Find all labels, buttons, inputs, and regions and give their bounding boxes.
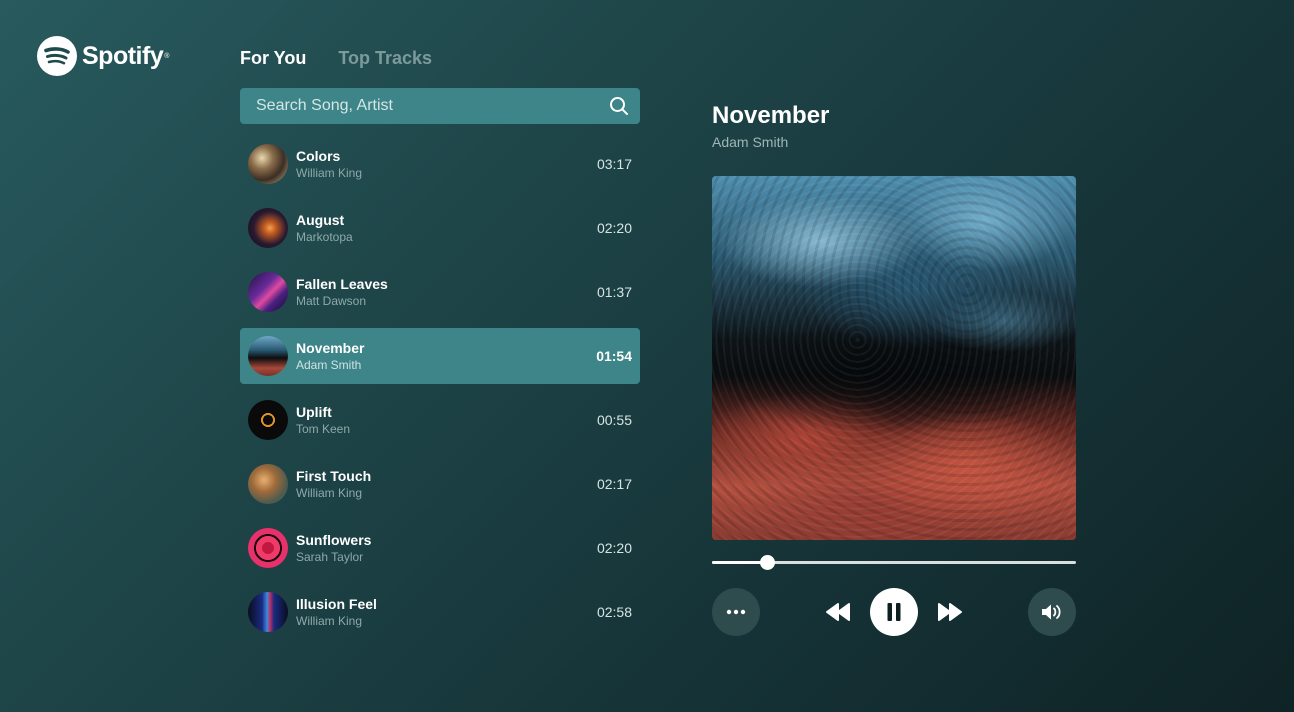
search-input[interactable] [256,97,608,115]
track-title: August [296,212,345,228]
track-row-selected[interactable]: November Adam Smith 01:54 [240,328,640,384]
track-artist: Markotopa [296,230,353,244]
more-options-button[interactable] [712,588,760,636]
pause-icon [887,603,901,621]
volume-icon [1042,604,1061,620]
spotify-logo-icon [37,36,77,76]
progress-handle[interactable] [759,555,775,570]
track-title: Fallen Leaves [296,276,388,292]
now-playing-title: November [712,102,830,129]
rewind-button[interactable] [822,598,854,626]
track-artist: Tom Keen [296,422,351,436]
rewind-icon [826,603,850,621]
track-duration: 01:37 [596,284,632,300]
track-thumbnail [248,144,288,184]
track-thumbnail [248,272,288,312]
track-row[interactable]: Uplift Tom Keen 00:55 [240,392,640,448]
track-thumbnail [248,464,288,504]
track-title: Colors [296,148,341,164]
track-thumbnail [248,400,288,440]
search-bar [240,88,640,124]
tab-for-you[interactable]: For You [240,48,306,69]
track-artist: Sarah Taylor [296,550,364,564]
track-title: Uplift [296,404,332,420]
track-artist: William King [296,486,363,500]
progress-bar[interactable] [712,555,1076,570]
track-artist: Matt Dawson [296,294,367,308]
track-artist: Adam Smith [296,358,362,372]
track-title: First Touch [296,468,372,484]
progress-fill [712,561,767,564]
brand-name: Spotify [82,41,164,70]
track-thumbnail [248,528,288,568]
track-thumbnail [248,592,288,632]
track-duration: 02:20 [596,220,632,236]
fast-forward-icon [938,603,962,621]
pause-button[interactable] [870,588,918,636]
track-artist: William King [296,166,363,180]
search-icon[interactable] [608,95,630,117]
track-row[interactable]: Fallen Leaves Matt Dawson 01:37 [240,264,640,320]
track-title: Illusion Feel [296,596,377,612]
more-icon [726,609,746,615]
track-duration: 02:17 [596,476,632,492]
track-list: Colors William King 03:17 August Markotopa… [240,136,640,648]
track-duration: 02:58 [596,604,632,620]
track-duration: 01:54 [596,348,632,364]
tab-top-tracks[interactable]: Top Tracks [338,48,432,69]
now-playing-artist: Adam Smith [712,134,789,150]
fast-forward-button[interactable] [934,598,966,626]
track-row[interactable]: Colors William King 03:17 [240,136,640,192]
album-cover [712,176,1076,540]
track-row[interactable]: Illusion Feel William King 02:58 [240,584,640,640]
track-row[interactable]: Sunflowers Sarah Taylor 02:20 [240,520,640,576]
track-row[interactable]: First Touch William King 02:17 [240,456,640,512]
track-row[interactable]: August Markotopa 02:20 [240,200,640,256]
track-title: November [296,340,365,356]
track-duration: 02:20 [596,540,632,556]
track-artist: William King [296,614,363,628]
track-title: Sunflowers [296,532,372,548]
spotify-logo[interactable]: Spotify ® [37,36,169,76]
track-duration: 00:55 [596,412,632,428]
track-duration: 03:17 [596,156,632,172]
volume-button[interactable] [1028,588,1076,636]
tab-bar: For You Top Tracks [240,48,432,69]
track-thumbnail [248,336,288,376]
track-thumbnail [248,208,288,248]
registered-mark: ® [164,52,170,60]
